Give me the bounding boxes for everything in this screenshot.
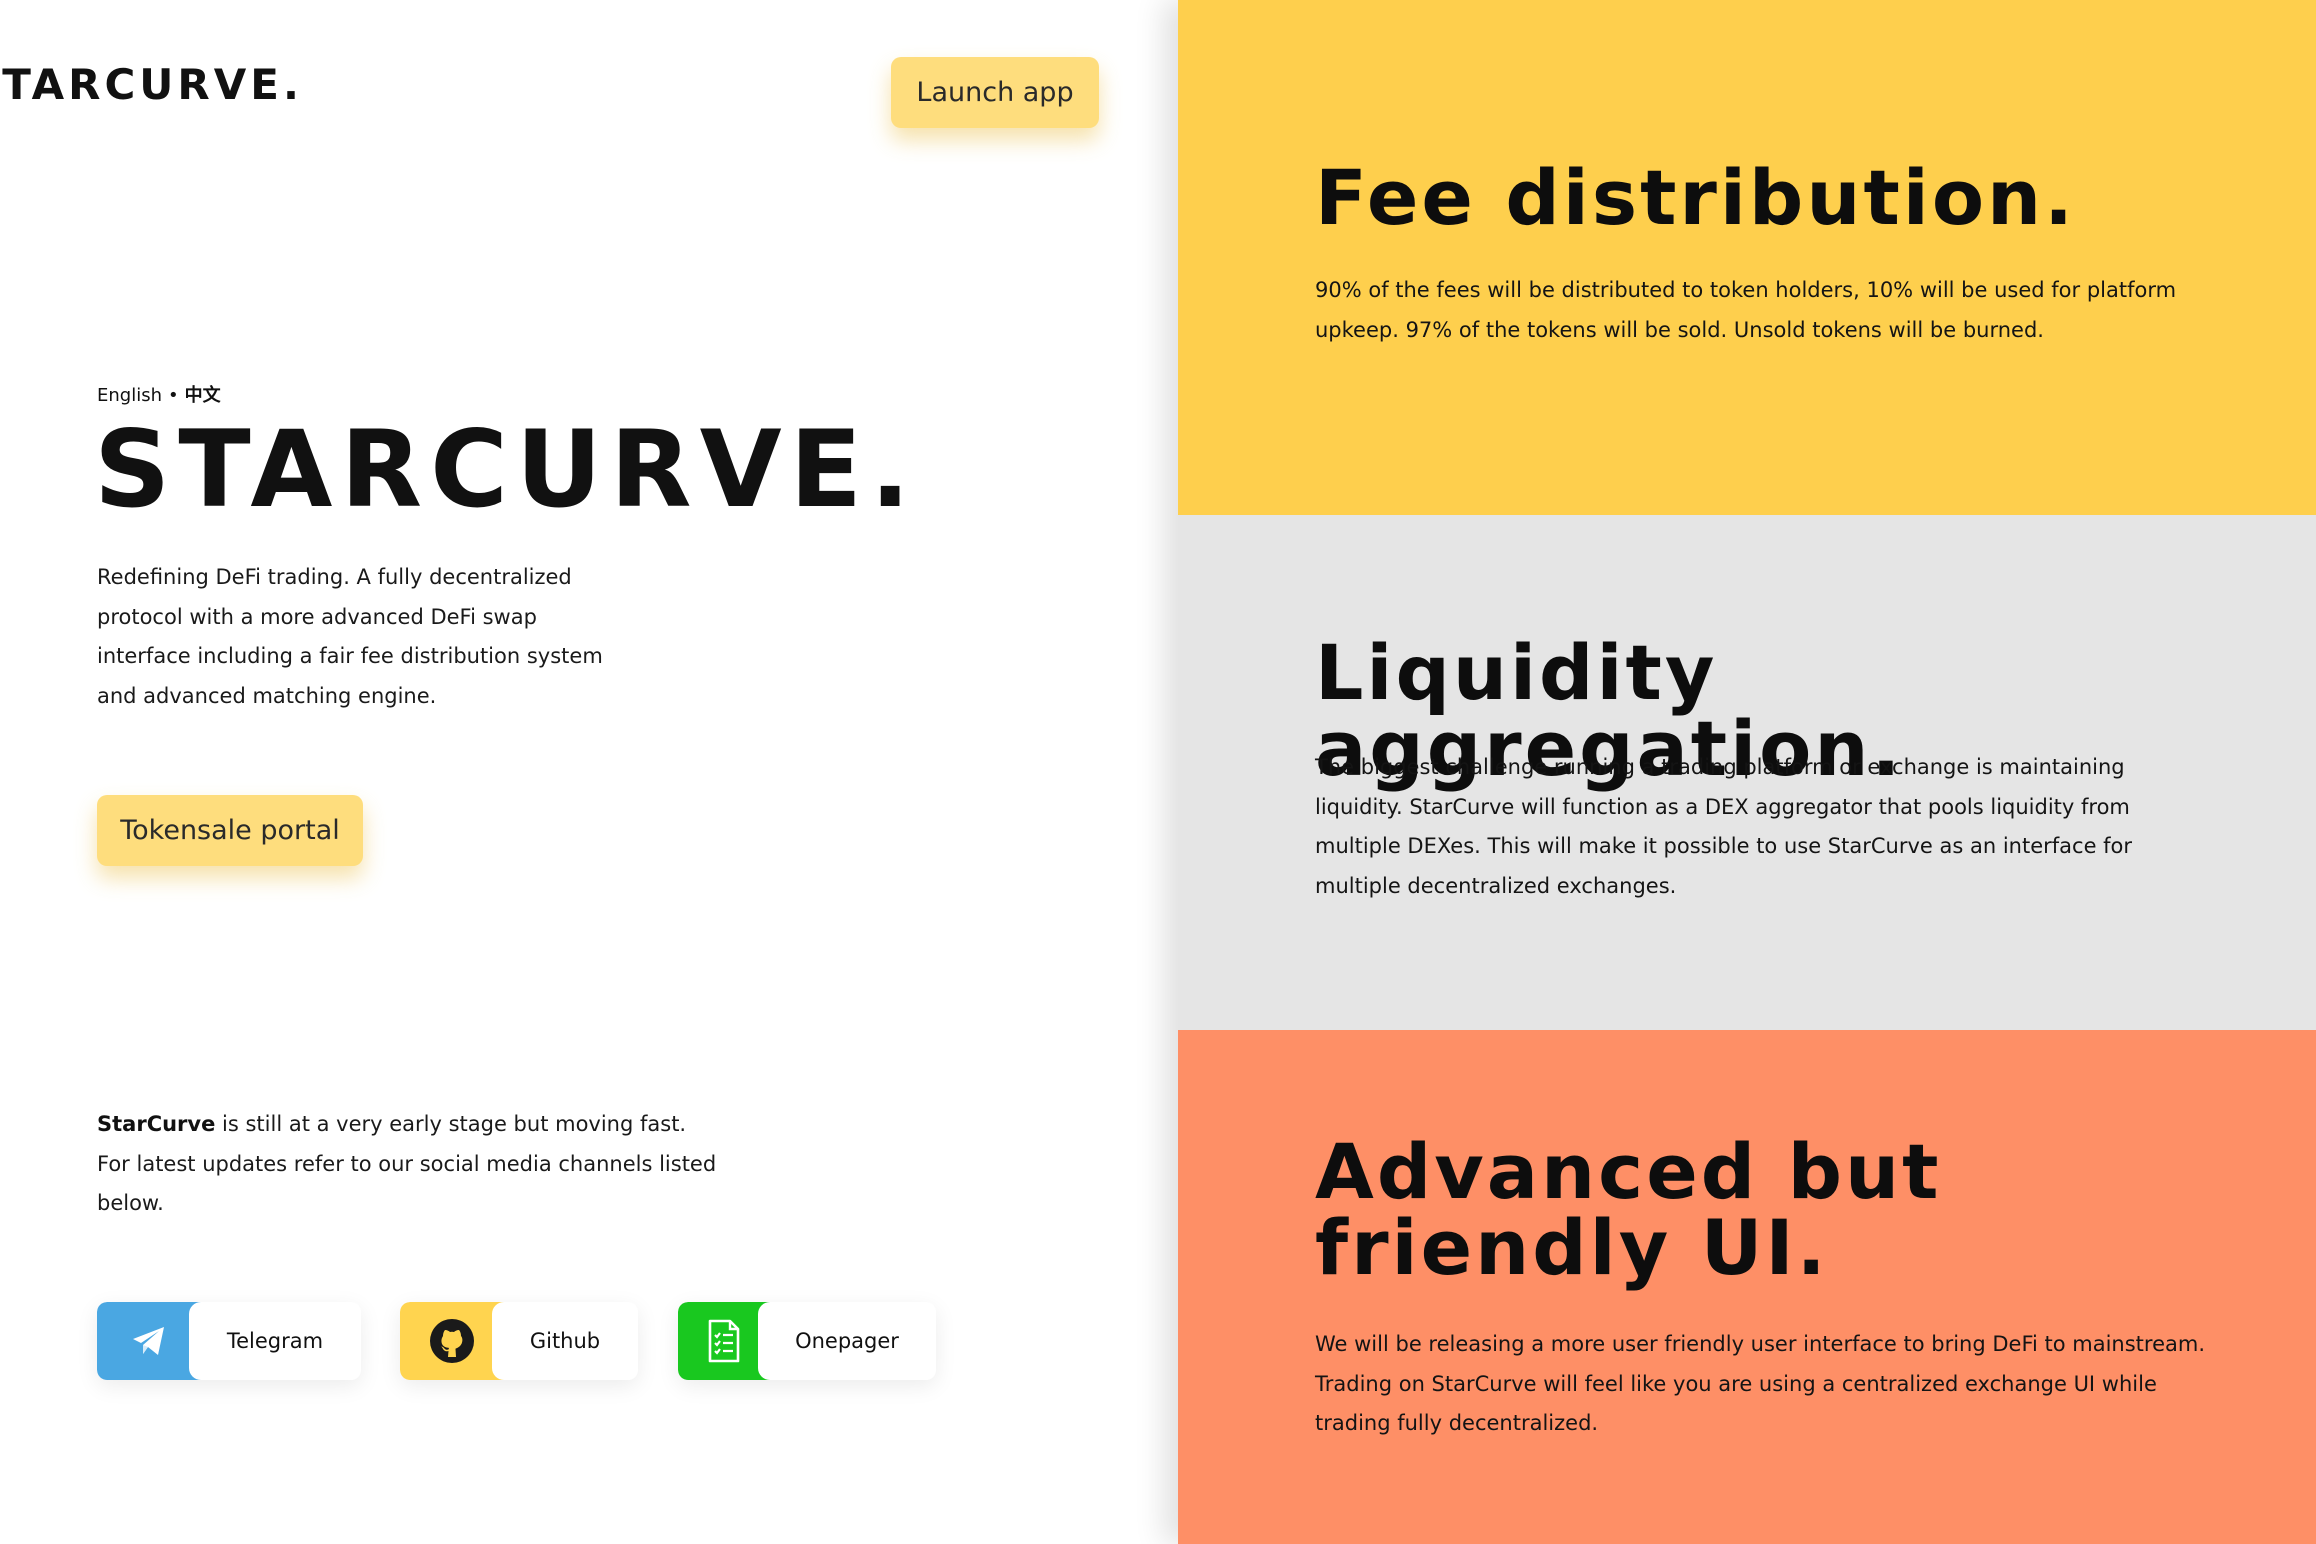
feature-text: 90% of the fees will be distributed to t… xyxy=(1315,278,2177,342)
document-icon xyxy=(678,1302,770,1380)
feature-title: Fee distribution. xyxy=(1315,153,2077,242)
feature-text: The biggest challenge running a trading … xyxy=(1315,755,2133,898)
lang-chinese-link[interactable]: 中文 xyxy=(185,385,221,406)
updates-text: StarCurve is still at a very early stage… xyxy=(97,1105,717,1224)
hero-description: Redefining DeFi trading. A fully decentr… xyxy=(97,565,603,708)
feature-fee-distribution: Fee distribution. 90% of the fees will b… xyxy=(1178,0,2316,515)
launch-app-button[interactable]: Launch app xyxy=(891,57,1099,128)
lang-separator: • xyxy=(168,385,179,406)
telegram-icon xyxy=(97,1302,201,1380)
tokensale-portal-button[interactable]: Tokensale portal xyxy=(97,795,363,866)
language-switcher: English • 中文 xyxy=(97,381,221,407)
feature-friendly-ui: Advanced but friendly UI. We will be rel… xyxy=(1178,1030,2316,1544)
telegram-label: Telegram xyxy=(189,1302,361,1380)
left-panel: STARCURVE. Launch app English • 中文 STARCUR… xyxy=(0,0,1178,1544)
github-label: Github xyxy=(492,1302,638,1380)
feature-title: Advanced but friendly UI. xyxy=(1315,1127,1942,1292)
feature-text: We will be releasing a more user friendl… xyxy=(1315,1332,2205,1435)
onepager-label: Onepager xyxy=(758,1302,936,1380)
github-icon xyxy=(400,1302,504,1380)
header-logo[interactable]: STARCURVE. xyxy=(0,60,303,109)
hero-title: STARCURVE. xyxy=(94,408,919,531)
github-button[interactable]: Github xyxy=(400,1302,638,1380)
feature-liquidity-aggregation: Liquidity aggregation. The biggest chall… xyxy=(1178,515,2316,1030)
telegram-button[interactable]: Telegram xyxy=(97,1302,361,1380)
lang-english-link[interactable]: English xyxy=(97,385,162,406)
onepager-button[interactable]: Onepager xyxy=(678,1302,936,1380)
updates-brand: StarCurve xyxy=(97,1112,216,1136)
page: STARCURVE. Launch app English • 中文 STARCUR… xyxy=(0,0,2316,1544)
features-panel: Fee distribution. 90% of the fees will b… xyxy=(1178,0,2316,1544)
